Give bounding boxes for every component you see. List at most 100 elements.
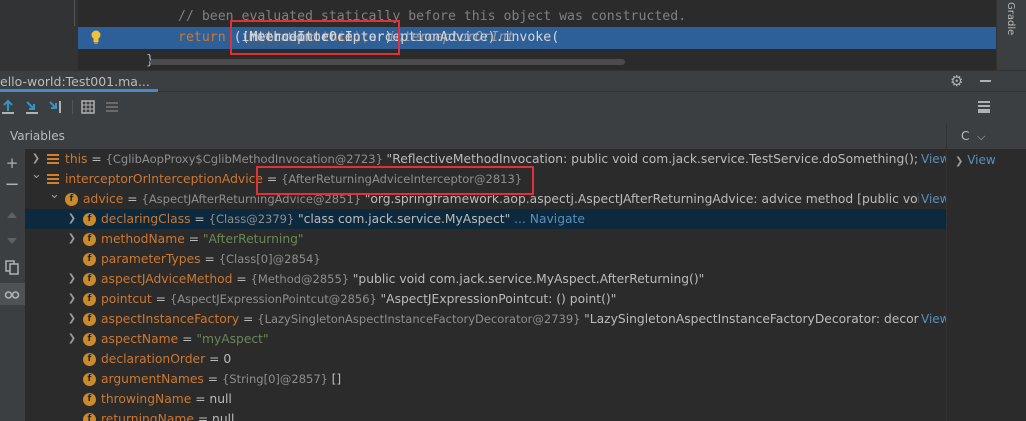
variable-text: throwingName = null: [101, 389, 232, 409]
side-panel-row[interactable]: ❯ View: [955, 153, 996, 167]
gear-icon[interactable]: ⚙: [950, 72, 963, 90]
variable-text: returningName = null: [101, 409, 234, 421]
remove-watch-icon[interactable]: −: [4, 176, 20, 194]
equals-sign: =: [200, 252, 219, 266]
chevron-right-icon[interactable]: ❯: [67, 289, 77, 309]
editor-gutter[interactable]: [0, 0, 78, 70]
highlight-box-cast: [230, 20, 400, 55]
equals-sign: =: [205, 352, 224, 366]
chevron-right-icon[interactable]: ❯: [67, 329, 77, 349]
code-editor[interactable]: // been evaluated statically before this…: [0, 0, 1026, 70]
move-down-icon[interactable]: [4, 233, 20, 249]
field-icon: f: [83, 333, 96, 346]
variable-name: interceptorOrInterceptionAdvice: [65, 172, 263, 186]
copy-icon[interactable]: [4, 259, 20, 275]
chevron-down-icon[interactable]: ⌄: [31, 165, 42, 185]
variable-row-parameterTypes[interactable]: f parameterTypes = {Class[0]@2854}: [25, 249, 946, 269]
variable-value: "LazySingletonAspectInstanceFactoryDecor…: [584, 312, 946, 326]
variable-row-declarationOrder[interactable]: f declarationOrder = 0: [25, 349, 946, 369]
variable-type: {AspectJExpressionPointcut@2856}: [169, 292, 381, 306]
variable-text: declarationOrder = 0: [101, 349, 231, 369]
chevron-down-icon[interactable]: ⌄: [49, 185, 60, 205]
view-link[interactable]: View: [919, 309, 946, 329]
variable-name: returningName: [101, 412, 194, 421]
chevron-right-icon[interactable]: ❯: [67, 269, 77, 289]
equals-sign: =: [190, 212, 209, 226]
horizontal-scrollbar[interactable]: [150, 59, 625, 65]
field-icon: f: [83, 353, 96, 366]
view-link[interactable]: View: [919, 189, 946, 209]
glasses-icon[interactable]: [4, 286, 20, 302]
variable-row-pointcut[interactable]: ❯ f pointcut = {AspectJExpressionPointcut@…: [25, 289, 946, 309]
variable-type: {Method@2855}: [250, 272, 353, 286]
evaluate-expression-icon[interactable]: [80, 99, 96, 115]
gradle-tab-label[interactable]: Gradle: [1005, 2, 1016, 35]
equals-sign: =: [191, 392, 210, 406]
view-link[interactable]: View: [919, 149, 946, 169]
gradle-tool-window-stripe[interactable]: Gradle: [996, 0, 1026, 70]
chevron-right-icon[interactable]: ❯: [67, 309, 77, 329]
field-icon: f: [83, 213, 96, 226]
variable-row-aspectName[interactable]: ❯ f aspectName = "myAspect": [25, 329, 946, 349]
chevron-right-icon[interactable]: ❯: [955, 156, 963, 167]
step-out-icon[interactable]: [0, 99, 16, 115]
equals-sign: =: [232, 272, 251, 286]
variable-value: "public void com.jack.service.MyAspect.A…: [352, 272, 705, 286]
code-line-current[interactable]: return ((MethodInterceptor) interceptorO…: [78, 27, 996, 49]
variable-name: aspectJAdviceMethod: [101, 272, 233, 286]
variable-value: null: [209, 392, 232, 406]
variable-value: "AfterReturning": [202, 232, 304, 246]
variable-row-methodName[interactable]: ❯ f methodName = "AfterReturning": [25, 229, 946, 249]
variable-type: {Class@2379}: [208, 212, 298, 226]
variable-type: {CglibAopProxy$CglibMethodInvocation@272…: [105, 152, 387, 166]
variable-text: aspectJAdviceMethod = {Method@2855} "pub…: [101, 269, 704, 289]
variable-icon: [47, 174, 59, 184]
move-up-icon[interactable]: [4, 207, 20, 223]
minimize-icon[interactable]: [980, 80, 991, 82]
drop-frame-icon[interactable]: [24, 99, 40, 115]
variable-row-argumentNames[interactable]: f argumentNames = {String[0]@2857} []: [25, 369, 946, 389]
variable-value: 0: [223, 352, 232, 366]
variable-text: aspectName = "myAspect": [101, 329, 269, 349]
variable-row-returningName[interactable]: f returningName = null: [25, 409, 946, 421]
variable-value: "myAspect": [196, 332, 269, 346]
debug-session-tab[interactable]: ello-world:Test001.ma...: [0, 71, 158, 92]
equals-sign: =: [239, 312, 258, 326]
chevron-down-icon[interactable]: ⌵: [977, 124, 985, 149]
variable-name: aspectInstanceFactory: [101, 312, 240, 326]
field-icon: f: [83, 413, 96, 421]
variable-type: {Class[0]@2854}: [218, 252, 321, 266]
lightbulb-icon[interactable]: [90, 30, 102, 44]
variable-icon: [47, 154, 59, 164]
variable-name: advice: [83, 192, 124, 206]
code-line-comment: // been evaluated statically before this…: [178, 9, 687, 24]
chevron-right-icon[interactable]: ❯: [67, 209, 77, 229]
variable-text: pointcut = {AspectJExpressionPointcut@28…: [101, 289, 616, 309]
variable-value: "ReflectiveMethodInvocation: public void…: [386, 152, 946, 166]
field-icon: f: [83, 393, 96, 406]
variable-name: pointcut: [101, 292, 152, 306]
variable-row-declaringClass[interactable]: ❯ f declaringClass = {Class@2379} "class c…: [25, 209, 946, 229]
field-icon: f: [83, 313, 96, 326]
trace-stream-icon[interactable]: [104, 99, 120, 115]
variables-title: Variables: [10, 129, 65, 143]
highlight-box-advice-interceptor: [256, 166, 534, 195]
equals-sign: =: [151, 292, 170, 306]
variables-side-toolbar: + −: [0, 149, 25, 421]
variable-row-aspectInstanceFactory[interactable]: ❯ f aspectInstanceFactory = {LazySingleton…: [25, 309, 946, 329]
layout-settings-icon[interactable]: [976, 99, 992, 115]
equals-sign: =: [87, 152, 106, 166]
variable-row-throwingName[interactable]: f throwingName = null: [25, 389, 946, 409]
toolbar-separator: [72, 100, 73, 114]
side-panel-title: C: [961, 129, 970, 143]
variable-name: parameterTypes: [101, 252, 201, 266]
variable-name: methodName: [101, 232, 185, 246]
side-view-link[interactable]: View: [967, 153, 995, 167]
run-to-cursor-icon[interactable]: [48, 99, 64, 115]
variable-row-aspectJAdviceMethod[interactable]: ❯ f aspectJAdviceMethod = {Method@2855} "p…: [25, 269, 946, 289]
debug-tool-window-header: ello-world:Test001.ma... ⚙: [0, 70, 1026, 92]
navigate-link[interactable]: ... Navigate: [510, 212, 585, 226]
chevron-right-icon[interactable]: ❯: [67, 229, 77, 249]
variable-value: "class com.jack.service.MyAspect": [297, 212, 511, 226]
add-watch-icon[interactable]: +: [4, 155, 20, 171]
